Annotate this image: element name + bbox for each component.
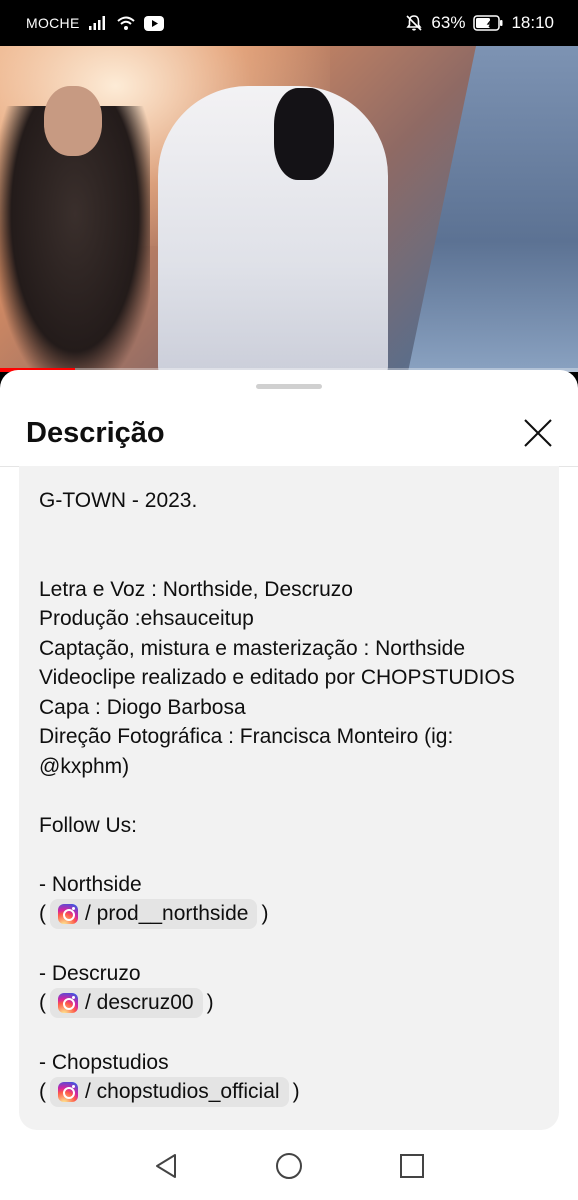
close-icon xyxy=(523,418,553,448)
sheet-title: Descrição xyxy=(26,416,165,449)
description-line: Videoclipe realizado e editado por CHOPS… xyxy=(39,666,515,689)
description-line: Captação, mistura e masterização : North… xyxy=(39,636,466,660)
status-right: 63% 18:10 xyxy=(405,13,554,33)
paren-close: ) xyxy=(261,902,269,925)
description-line: Produção :ehsauceitup xyxy=(39,607,254,630)
link-row: ( / chopstudios_official ) xyxy=(39,1077,539,1107)
description-line: G-TOWN - 2023. xyxy=(39,489,198,512)
instagram-icon xyxy=(58,993,78,1013)
mute-icon xyxy=(405,14,423,32)
description-card: G-TOWN - 2023. Letra e Voz : Northside, … xyxy=(19,466,559,1130)
link-row: ( / descruz00 ) xyxy=(39,988,539,1018)
link-row: ( / prod__northside ) xyxy=(39,899,539,929)
instagram-link-chip[interactable]: / descruz00 xyxy=(50,988,203,1018)
description-line: Capa : Diogo Barbosa xyxy=(39,695,246,719)
description-line: Letra e Voz : Northside, Descruzo xyxy=(39,577,353,601)
instagram-icon xyxy=(58,1082,78,1102)
battery-percent: 63% xyxy=(431,13,466,32)
status-left: MOCHE xyxy=(26,15,164,31)
video-person-mask xyxy=(274,88,334,180)
paren-open: ( xyxy=(39,991,46,1014)
paren-close: ) xyxy=(292,1080,300,1103)
home-button[interactable] xyxy=(228,1136,351,1196)
description-line xyxy=(39,781,539,811)
status-bar: MOCHE 63% 18:10 xyxy=(0,0,578,46)
drag-handle[interactable] xyxy=(256,384,322,389)
description-line: Follow Us: xyxy=(39,813,138,837)
recents-button[interactable] xyxy=(351,1136,474,1196)
description-line: @kxphm) xyxy=(39,754,130,778)
description-line xyxy=(39,545,539,575)
instagram-handle: / descruz00 xyxy=(85,991,194,1014)
instagram-link-chip[interactable]: / chopstudios_official xyxy=(50,1077,289,1107)
link-owner-chopstudios: - Chopstudios xyxy=(39,1050,169,1074)
youtube-icon xyxy=(143,15,164,31)
paren-close: ) xyxy=(206,991,214,1014)
battery-icon xyxy=(473,15,503,31)
video-player[interactable] xyxy=(0,46,578,372)
instagram-icon xyxy=(58,904,78,924)
carrier-name: MOCHE xyxy=(26,15,80,31)
instagram-link-chip[interactable]: / prod__northside xyxy=(50,899,258,929)
instagram-handle: / chopstudios_official xyxy=(85,1080,280,1103)
description-line xyxy=(39,840,539,870)
sheet-header: Descrição xyxy=(0,400,578,466)
paren-open: ( xyxy=(39,902,46,925)
video-wall xyxy=(408,46,578,372)
navigation-bar xyxy=(0,1132,578,1200)
description-line: Direção Fotográfica : Francisca Monteiro… xyxy=(39,725,454,748)
video-person-left-head xyxy=(44,86,102,156)
recents-square-icon xyxy=(399,1153,425,1179)
description-sheet: Descrição G-TOWN - 2023. Letra e Voz : N… xyxy=(0,370,578,1200)
link-owner-northside: - Northside xyxy=(39,872,142,896)
instagram-handle: / prod__northside xyxy=(85,902,249,925)
back-triangle-icon xyxy=(153,1152,179,1180)
link-owner-descruzo: - Descruzo xyxy=(39,961,141,985)
description-line xyxy=(39,516,539,546)
video-person-hoodie xyxy=(158,86,388,372)
back-button[interactable] xyxy=(105,1136,228,1196)
signal-icon xyxy=(88,15,108,31)
clock: 18:10 xyxy=(511,13,554,32)
paren-open: ( xyxy=(39,1080,46,1103)
home-circle-icon xyxy=(275,1152,303,1180)
close-button[interactable] xyxy=(518,413,558,453)
wifi-icon xyxy=(116,15,136,31)
